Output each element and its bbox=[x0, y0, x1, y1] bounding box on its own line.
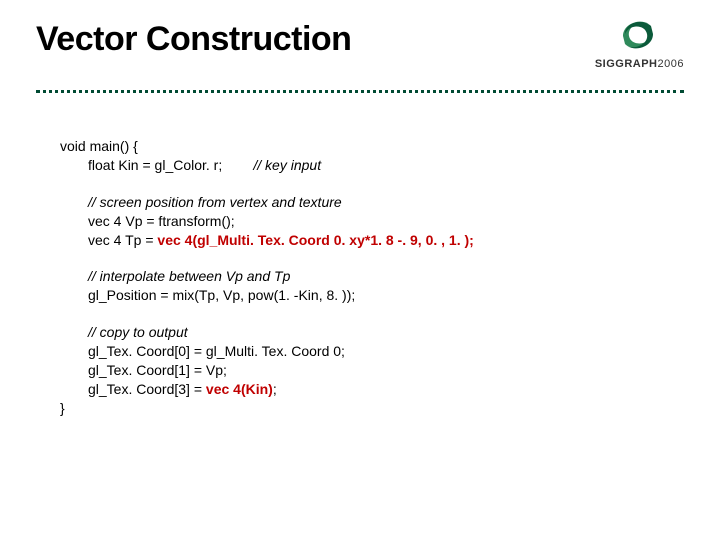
header: Vector Construction SIGGRAPH2006 bbox=[36, 20, 684, 70]
code-block: void main() { float Kin = gl_Color. r; /… bbox=[60, 137, 684, 418]
divider bbox=[36, 90, 684, 93]
code-line: gl_Tex. Coord[3] = vec 4(Kin); bbox=[88, 380, 684, 399]
code-line: float Kin = gl_Color. r; // key input bbox=[88, 156, 684, 175]
siggraph-logo: SIGGRAPH2006 bbox=[595, 16, 684, 70]
logo-text: SIGGRAPH2006 bbox=[595, 58, 684, 70]
logo-brand: SIGGRAPH bbox=[595, 58, 658, 70]
code-comment: // screen position from vertex and textu… bbox=[88, 193, 684, 212]
code-line: void main() { bbox=[60, 137, 684, 156]
logo-year: 2006 bbox=[658, 58, 684, 70]
code-line: gl_Tex. Coord[1] = Vp; bbox=[88, 361, 684, 380]
code-line: } bbox=[60, 399, 684, 418]
code-line: gl_Position = mix(Tp, Vp, pow(1. -Kin, 8… bbox=[88, 286, 684, 305]
code-line: vec 4 Tp = vec 4(gl_Multi. Tex. Coord 0.… bbox=[88, 231, 684, 250]
code-text: ; bbox=[273, 381, 277, 397]
code-comment: // key input bbox=[253, 157, 321, 173]
page-title: Vector Construction bbox=[36, 20, 351, 59]
code-comment: // interpolate between Vp and Tp bbox=[88, 267, 684, 286]
code-text: float Kin = gl_Color. r; bbox=[88, 157, 222, 173]
code-text: gl_Tex. Coord[3] = bbox=[88, 381, 206, 397]
code-line: gl_Tex. Coord[0] = gl_Multi. Tex. Coord … bbox=[88, 342, 684, 361]
code-highlight: vec 4(Kin) bbox=[206, 381, 273, 397]
code-text: vec 4 Tp = bbox=[88, 232, 157, 248]
swirl-icon bbox=[617, 16, 661, 54]
slide: Vector Construction SIGGRAPH2006 void ma… bbox=[0, 0, 720, 540]
code-highlight: vec 4(gl_Multi. Tex. Coord 0. xy*1. 8 -.… bbox=[157, 232, 473, 248]
code-line: vec 4 Vp = ftransform(); bbox=[88, 212, 684, 231]
code-comment: // copy to output bbox=[88, 323, 684, 342]
